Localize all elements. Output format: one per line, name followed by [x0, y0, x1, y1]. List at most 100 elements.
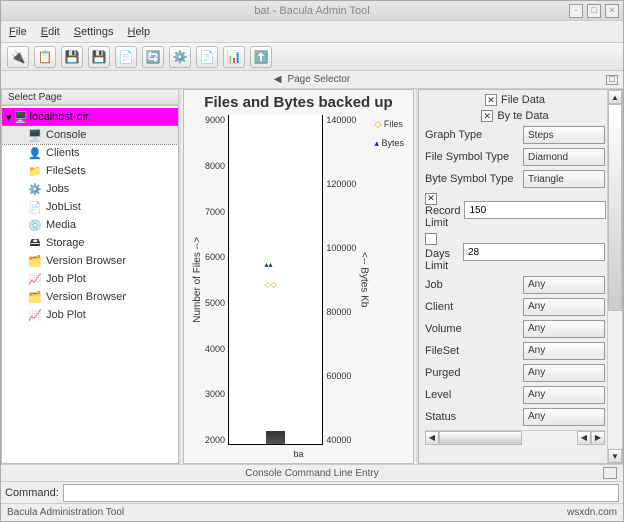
chart-legend: ◇ Files ▴ Bytes: [371, 115, 407, 445]
close-button[interactable]: ×: [605, 4, 619, 18]
job-select[interactable]: Any: [523, 276, 605, 294]
files-marker: ◇◇: [265, 280, 277, 289]
fileset-label: FileSet: [425, 345, 519, 357]
page-selector-header: ◀ Page Selector □: [1, 71, 623, 89]
client-select[interactable]: Any: [523, 298, 605, 316]
tree-item[interactable]: 🗂️ Version Browser: [2, 252, 178, 270]
up-icon[interactable]: ⬆️: [250, 46, 272, 68]
graph-type-select[interactable]: Steps: [523, 126, 605, 144]
select-page-header: Select Page: [1, 89, 179, 105]
client-label: Client: [425, 301, 519, 313]
x-axis-label: ba: [188, 449, 409, 459]
level-label: Level: [425, 389, 519, 401]
tree-item[interactable]: 📄JobList: [2, 198, 178, 216]
save-as-icon[interactable]: 💾: [88, 46, 110, 68]
sidebar: Select Page ▾ 🖥️ localhost-dir 🖥️Console…: [1, 89, 179, 464]
window-titlebar: bat - Bacula Admin Tool ‐ □ ×: [1, 1, 623, 21]
tree-item-icon: 📄: [28, 200, 42, 214]
tree-item[interactable]: 🖴Storage: [2, 234, 178, 252]
tree-item[interactable]: 🗂️Version Browser: [2, 288, 178, 306]
director-icon: 🖥️: [14, 110, 28, 124]
minimize-button[interactable]: ‐: [569, 4, 583, 18]
dock-left-icon[interactable]: ◀: [274, 74, 282, 85]
maximize-button[interactable]: □: [587, 4, 601, 18]
tree-item[interactable]: 💿 Media: [2, 216, 178, 234]
y-axis-right-ticks: 140000120000100000800006000040000: [323, 115, 356, 445]
status-select[interactable]: Any: [523, 408, 605, 426]
tree-item[interactable]: 📈Job Plot: [2, 306, 178, 324]
settings-icon[interactable]: ⚙️: [169, 46, 191, 68]
file-symbol-select[interactable]: Diamond: [523, 148, 605, 166]
save-icon[interactable]: 💾: [61, 46, 83, 68]
options-vscroll[interactable]: ▲ ▼: [607, 90, 622, 463]
record-limit-checkbox[interactable]: ✕: [425, 193, 437, 205]
tree-item-label: Job Plot: [46, 309, 86, 321]
file-data-checkbox[interactable]: ✕: [485, 94, 497, 106]
document-icon[interactable]: 📄: [196, 46, 218, 68]
hscroll-thumb[interactable]: [439, 431, 522, 445]
job-label: Job: [425, 279, 519, 291]
page-tree[interactable]: ▾ 🖥️ localhost-dir 🖥️Console👤Clients📁Fil…: [1, 105, 179, 464]
byte-symbol-select[interactable]: Triangle: [523, 170, 605, 188]
scroll-left2-icon[interactable]: ◀: [577, 431, 591, 445]
volume-select[interactable]: Any: [523, 320, 605, 338]
tree-item-icon: 💿: [28, 218, 42, 232]
collapse-icon[interactable]: ▾: [6, 111, 12, 124]
label-icon[interactable]: 📋: [34, 46, 56, 68]
main-area: Select Page ▾ 🖥️ localhost-dir 🖥️Console…: [1, 89, 623, 464]
options-hscroll[interactable]: ◀ ◀ ▶: [425, 430, 605, 445]
tree-item[interactable]: ⚙️Jobs: [2, 180, 178, 198]
monitor-icon[interactable]: 📊: [223, 46, 245, 68]
file-data-label: File Data: [501, 94, 545, 106]
print-icon[interactable]: 📄: [115, 46, 137, 68]
tree-item-label: Version Browser: [46, 255, 126, 267]
detach-icon[interactable]: □: [606, 75, 618, 85]
scroll-down-icon[interactable]: ▼: [608, 449, 622, 463]
chart-panel: Files and Bytes backed up Number of File…: [183, 89, 414, 464]
purged-select[interactable]: Any: [523, 364, 605, 382]
connect-icon[interactable]: 🔌: [7, 46, 29, 68]
tree-item-label: Job Plot: [46, 273, 86, 285]
days-limit-input[interactable]: [463, 243, 605, 261]
days-limit-checkbox[interactable]: [425, 233, 437, 245]
tree-item-label: Media: [46, 219, 76, 231]
purged-label: Purged: [425, 367, 519, 379]
menu-help[interactable]: Help: [127, 26, 150, 38]
tree-item-icon: ⚙️: [28, 182, 42, 196]
tree-item[interactable]: 👤Clients: [2, 144, 178, 162]
splitter-left[interactable]: [179, 89, 181, 464]
tree-item-icon: 🗂️: [28, 254, 42, 268]
menu-edit[interactable]: Edit: [41, 26, 60, 38]
tree-item[interactable]: 📈Job Plot: [2, 270, 178, 288]
tree-item[interactable]: 🖥️Console: [2, 126, 178, 144]
scroll-up-icon[interactable]: ▲: [608, 90, 622, 104]
tree-item-label: FileSets: [46, 165, 86, 177]
tree-item-icon: 📁: [28, 164, 42, 178]
tree-item-label: Console: [46, 129, 86, 141]
menu-file[interactable]: File: [9, 26, 27, 38]
volume-label: Volume: [425, 323, 519, 335]
status-text: Bacula Administration Tool: [7, 507, 124, 518]
tree-item[interactable]: 📁 FileSets: [2, 162, 178, 180]
byte-data-checkbox[interactable]: ✕: [481, 110, 493, 122]
bar: [266, 431, 285, 444]
bytes-marker: ▴▴: [265, 260, 273, 269]
command-label: Command:: [5, 487, 59, 499]
menu-settings[interactable]: Settings: [74, 26, 114, 38]
fileset-select[interactable]: Any: [523, 342, 605, 360]
command-line: Command:: [1, 481, 623, 503]
level-select[interactable]: Any: [523, 386, 605, 404]
scroll-left-icon[interactable]: ◀: [425, 431, 439, 445]
tree-root[interactable]: ▾ 🖥️ localhost-dir: [2, 108, 178, 126]
record-limit-input[interactable]: [464, 201, 606, 219]
refresh-icon[interactable]: 🔄: [142, 46, 164, 68]
tree-item-icon: 🗂️: [28, 290, 42, 304]
window-title: bat - Bacula Admin Tool: [254, 5, 369, 17]
byte-data-label: By te Data: [497, 110, 548, 122]
command-input[interactable]: [63, 484, 619, 502]
vscroll-thumb[interactable]: [608, 104, 622, 311]
status-label: Status: [425, 411, 519, 423]
console-detach-icon[interactable]: [603, 467, 617, 479]
scroll-right-icon[interactable]: ▶: [591, 431, 605, 445]
plot-area: ▴▴ ◇◇: [228, 115, 323, 445]
